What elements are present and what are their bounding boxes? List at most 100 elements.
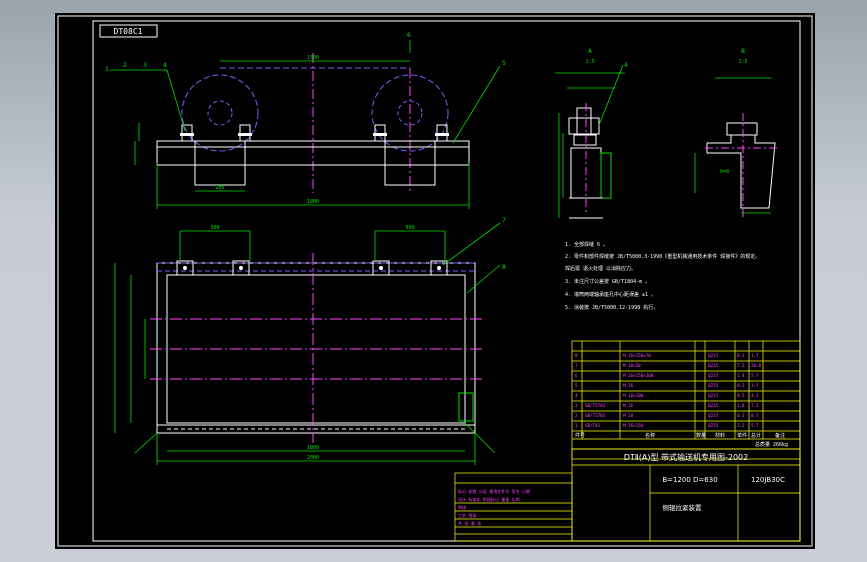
callout-5: 5 [502, 60, 506, 67]
svg-text:数量: 数量 [696, 432, 706, 439]
tag-number: DT08C1 [114, 27, 143, 36]
svg-text:1:5: 1:5 [585, 59, 594, 65]
bracket-profile [706, 134, 776, 209]
left-pulley-outline [181, 74, 259, 152]
svg-text:焊后需 退火处理 以消除应力。: 焊后需 退火处理 以消除应力。 [565, 265, 636, 272]
svg-text:7: 7 [575, 363, 578, 368]
svg-text:设计 标准化 阶段标记 重量 比例: 设计 标准化 阶段标记 重量 比例 [458, 496, 520, 502]
svg-text:M 16×150: M 16×150 [623, 423, 644, 428]
inner-frame [92, 20, 801, 542]
svg-text:工艺 批准: 工艺 批准 [458, 512, 476, 518]
svg-text:3.7: 3.7 [751, 383, 759, 388]
svg-text:0.7: 0.7 [751, 413, 759, 418]
svg-text:1500: 1500 [307, 55, 319, 61]
svg-text:1.2: 1.2 [737, 423, 745, 428]
svg-text:8: 8 [575, 353, 578, 358]
svg-text:3: 3 [575, 403, 578, 408]
svg-text:M 16: M 16 [623, 403, 634, 408]
technical-notes: 1. 全部焊缝 6 。 2. 零件和部件焊缝按 JB/T5000.3-1998《… [565, 241, 760, 311]
cad-viewport[interactable]: DT08C1 1 800 200 1500 1 2 3 4 5 6 500 500… [55, 13, 815, 549]
svg-text:材料: 材料 [715, 432, 725, 439]
outer-frame [57, 15, 813, 547]
svg-text:7.3: 7.3 [751, 403, 759, 408]
svg-text:0.3: 0.3 [737, 353, 745, 358]
svg-text:4. 滚筒两端轴承座孔中心距误差 ±1 。: 4. 滚筒两端轴承座孔中心距误差 ±1 。 [565, 291, 656, 298]
svg-text:审核: 审核 [458, 504, 466, 510]
callout-6: 6 [407, 32, 411, 39]
svg-text:Q235: Q235 [708, 413, 719, 418]
svg-text:2. 零件和部件焊缝按 JB/T5000.3-1998《重型: 2. 零件和部件焊缝按 JB/T5000.3-1998《重型机械通用技术条件 焊… [565, 253, 760, 260]
series-title: DTⅡ(A)型 带式输送机专用图-2002 [624, 452, 749, 462]
svg-text:Q235: Q235 [708, 423, 719, 428]
svg-text:总计: 总计 [751, 432, 761, 439]
callout-4: 4 [163, 62, 167, 69]
callout-8: 8 [502, 264, 506, 271]
svg-text:M 18: M 18 [623, 413, 634, 418]
svg-text:2000: 2000 [307, 455, 319, 461]
svg-text:28.8: 28.8 [751, 363, 762, 368]
svg-text:4: 4 [575, 393, 578, 398]
svg-text:0.3: 0.3 [737, 413, 745, 418]
front-view: 1800 200 1500 1 2 3 4 5 6 [105, 32, 506, 209]
svg-text:GB/T41: GB/T41 [585, 423, 601, 428]
section-view-b: B 1:5 δ=8 [694, 48, 780, 218]
svg-text:5.7: 5.7 [751, 373, 759, 378]
drawing-code: 120JB30C [751, 476, 785, 484]
svg-text:1.8: 1.8 [737, 403, 745, 408]
svg-text:500: 500 [405, 225, 414, 231]
svg-text:200: 200 [215, 185, 224, 191]
svg-text:6: 6 [575, 373, 578, 378]
svg-text:1.7: 1.7 [751, 353, 759, 358]
svg-text:2: 2 [575, 413, 578, 418]
svg-text:1800: 1800 [307, 445, 319, 451]
cad-drawing: DT08C1 1 800 200 1500 1 2 3 4 5 6 500 500… [57, 15, 813, 547]
callout-7: 7 [502, 217, 506, 224]
svg-text:5. 涂装按 JB/T5000.12-1998 执行。: 5. 涂装按 JB/T5000.12-1998 执行。 [565, 304, 658, 311]
svg-text:GB/T5783: GB/T5783 [585, 403, 606, 408]
title-block: DTⅡ(A)型 带式输送机专用图-2002 B=1200 D=630 120JB… [454, 448, 801, 542]
svg-text:4: 4 [624, 62, 628, 69]
svg-text:Q235: Q235 [708, 393, 719, 398]
svg-text:单件: 单件 [737, 432, 747, 439]
svg-text:5: 5 [575, 383, 578, 388]
part-name: 侧辊拉紧装置 [663, 503, 703, 512]
callout-3: 3 [143, 62, 147, 69]
svg-text:M 18×50: M 18×50 [623, 363, 641, 368]
svg-text:1800: 1800 [307, 199, 319, 205]
callout-1: 1 [105, 66, 109, 73]
svg-text:标记 处数 分区 更改文件号 签名 日期: 标记 处数 分区 更改文件号 签名 日期 [458, 488, 530, 494]
svg-text:1.4: 1.4 [737, 373, 745, 378]
svg-text:GB/T5783: GB/T5783 [585, 413, 606, 418]
spec-label: B=1200 D=630 [662, 476, 717, 484]
callout-2: 2 [123, 62, 127, 69]
svg-text:Q235: Q235 [708, 403, 719, 408]
svg-text:B: B [741, 48, 745, 55]
svg-text:0.3: 0.3 [737, 383, 745, 388]
svg-text:3. 未注尺寸公差按 GB/T1804-m 。: 3. 未注尺寸公差按 GB/T1804-m 。 [565, 278, 650, 285]
svg-text:名称: 名称 [645, 432, 655, 439]
svg-text:Q235: Q235 [708, 373, 719, 378]
section-view-a: A 1:5 4 [555, 48, 628, 219]
svg-text:δ=8: δ=8 [720, 169, 729, 175]
svg-text:5.7: 5.7 [751, 423, 759, 428]
svg-text:Q235: Q235 [708, 363, 719, 368]
svg-text:4.2: 4.2 [751, 393, 759, 398]
svg-text:1: 1 [575, 423, 578, 428]
svg-text:7.2: 7.2 [737, 363, 745, 368]
svg-text:1. 全部焊缝 6 。: 1. 全部焊缝 6 。 [565, 241, 608, 248]
svg-text:Q235: Q235 [708, 353, 719, 358]
parts-list-content: 8 M 16×150×70 Q235 0.3 1.7 7 M 18×50 Q235 7.2 28… [575, 353, 788, 448]
total-weight: 总质量 266kg [755, 441, 788, 448]
svg-text:件号: 件号 [575, 432, 585, 439]
svg-text:M 16: M 16 [623, 383, 634, 388]
frame-outer [156, 262, 476, 434]
svg-text:Q235: Q235 [708, 383, 719, 388]
svg-text:M 16×150×200: M 16×150×200 [623, 373, 654, 378]
svg-text:M 16×150×70: M 16×150×70 [623, 353, 651, 358]
svg-text:A: A [588, 48, 592, 55]
svg-text:0.5: 0.5 [737, 393, 745, 398]
svg-text:500: 500 [210, 225, 219, 231]
svg-text:M 18×100: M 18×100 [623, 393, 644, 398]
svg-text:备注: 备注 [775, 432, 785, 439]
svg-text:共 张 第 张: 共 张 第 张 [458, 520, 481, 526]
